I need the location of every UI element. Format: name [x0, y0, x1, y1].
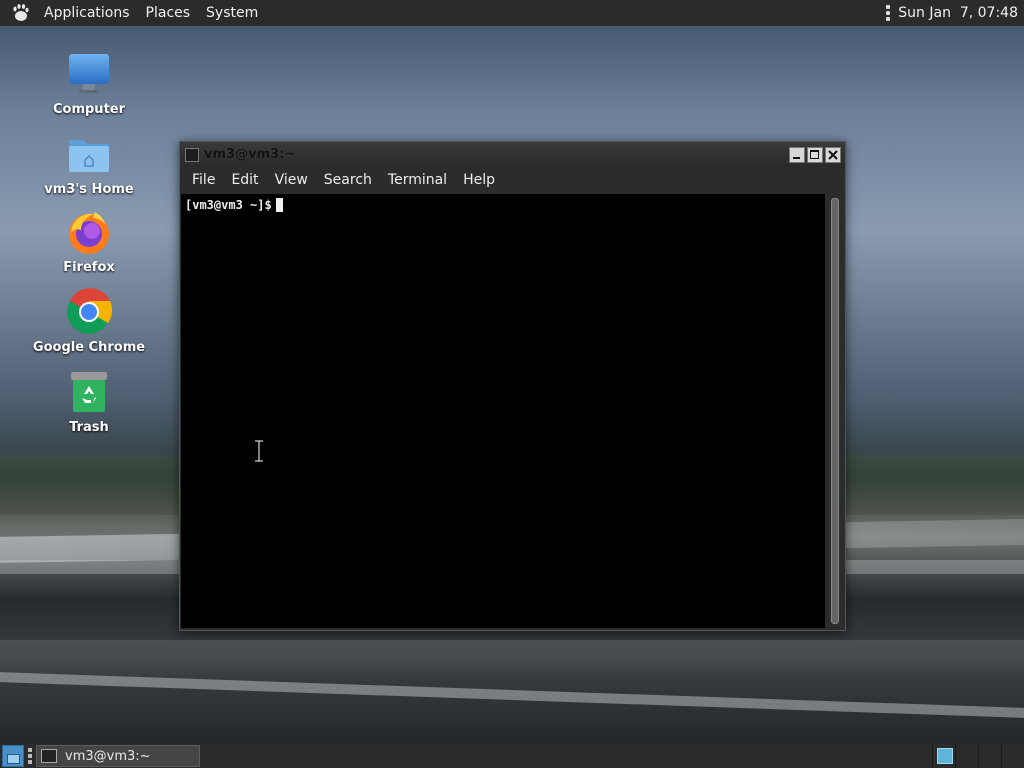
window-menubar: File Edit View Search Terminal Help — [180, 167, 845, 193]
mouse-ibeam-cursor-icon — [253, 439, 265, 463]
show-desktop-icon — [7, 754, 20, 764]
desktop-icon-firefox[interactable]: Firefox — [30, 208, 148, 275]
trash-icon — [65, 368, 113, 416]
maximize-button[interactable] — [807, 146, 823, 163]
panel-grip-icon[interactable] — [28, 748, 32, 764]
desktop-icon-label: Google Chrome — [32, 340, 146, 355]
show-desktop-button[interactable] — [2, 745, 24, 767]
chrome-icon — [65, 288, 113, 336]
close-button[interactable] — [825, 146, 841, 163]
clock[interactable]: Sun Jan 7, 07:48 — [898, 5, 1018, 21]
desktop-icon-computer[interactable]: Computer — [30, 50, 148, 117]
shell-prompt: [vm3@vm3 ~]$ — [185, 198, 283, 212]
minimize-button[interactable] — [789, 146, 805, 163]
desktop-icon-label: vm3's Home — [44, 182, 134, 197]
desktop-icon-chrome[interactable]: Google Chrome — [30, 288, 148, 355]
terminal-area[interactable]: [vm3@vm3 ~]$ — [181, 194, 825, 628]
wallpaper-streak — [0, 672, 1024, 718]
prompt-text: [vm3@vm3 ~]$ — [185, 198, 272, 212]
window-title: vm3@vm3:~ — [204, 147, 296, 162]
menu-help[interactable]: Help — [455, 172, 503, 188]
taskbar-item-label: vm3@vm3:~ — [65, 748, 151, 764]
terminal-icon — [185, 147, 199, 162]
menu-view[interactable]: View — [267, 172, 316, 188]
menu-places[interactable]: Places — [138, 5, 199, 21]
panel-options-icon[interactable] — [886, 5, 891, 21]
maximize-icon — [810, 149, 819, 159]
menu-search[interactable]: Search — [316, 172, 380, 188]
taskbar-item-terminal[interactable]: vm3@vm3:~ — [36, 745, 200, 767]
workspace-3[interactable] — [978, 744, 1001, 768]
menu-file[interactable]: File — [184, 172, 223, 188]
menu-terminal[interactable]: Terminal — [380, 172, 455, 188]
menu-system[interactable]: System — [198, 5, 266, 21]
desktop-icon-trash[interactable]: Trash — [30, 368, 148, 435]
menu-applications[interactable]: Applications — [36, 5, 138, 21]
terminal-scrollbar[interactable] — [826, 194, 844, 628]
text-cursor — [275, 198, 283, 212]
minimize-icon — [793, 156, 800, 159]
bottom-panel: vm3@vm3:~ — [0, 744, 1024, 768]
scrollbar-thumb[interactable] — [831, 198, 839, 624]
desktop-icon-label: Computer — [52, 102, 126, 117]
wallpaper-streak — [0, 640, 1024, 680]
close-icon — [828, 149, 838, 160]
workspace-4[interactable] — [1001, 744, 1024, 768]
window-titlebar[interactable]: vm3@vm3:~ — [180, 142, 845, 167]
computer-icon — [65, 50, 113, 98]
top-panel: Applications Places System Sun Jan 7, 07… — [0, 0, 1024, 26]
workspace-switcher — [932, 744, 1024, 768]
desktop-icon-label: Trash — [69, 420, 109, 435]
terminal-window[interactable]: vm3@vm3:~ File Edit View Search Terminal… — [179, 141, 846, 631]
workspace-2[interactable] — [955, 744, 978, 768]
desktop-icon-label: Firefox — [63, 260, 115, 275]
menu-edit[interactable]: Edit — [223, 172, 266, 188]
workspace-1[interactable] — [932, 744, 955, 768]
terminal-icon — [41, 749, 57, 763]
home-folder-icon — [65, 130, 113, 178]
firefox-icon — [65, 208, 113, 256]
gnome-foot-icon[interactable] — [10, 3, 30, 23]
desktop-icon-home[interactable]: vm3's Home — [30, 130, 148, 197]
